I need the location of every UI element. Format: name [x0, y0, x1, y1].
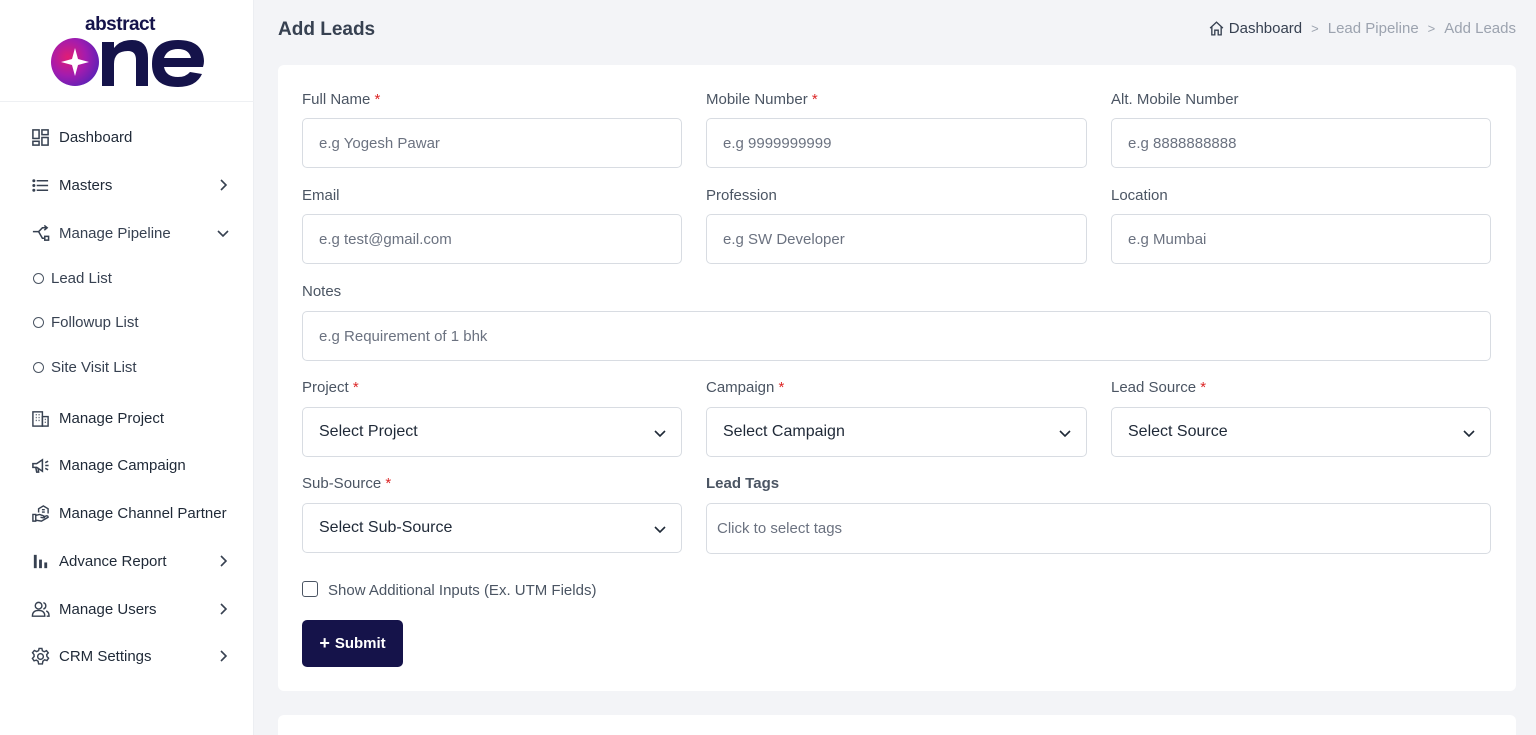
sidebar-subitem-followup-list[interactable]: Followup List — [33, 312, 139, 332]
profession-label: Profession — [706, 187, 777, 204]
pipeline-icon — [30, 223, 50, 243]
breadcrumb-home-link[interactable]: Dashboard — [1208, 20, 1302, 37]
sidebar-item-manage-campaign[interactable]: Manage Campaign — [30, 453, 230, 477]
project-select-value: Select Project — [319, 423, 418, 440]
circle-icon — [33, 316, 44, 328]
sidebar-item-label: Manage Channel Partner — [59, 504, 227, 522]
chevron-down-icon — [1463, 430, 1475, 438]
chevron-down-icon — [654, 430, 666, 438]
notes-label: Notes — [302, 283, 342, 300]
location-label: Location — [1111, 187, 1168, 204]
sub-source-label: Sub-Source * — [302, 475, 392, 492]
sidebar-item-label: Advance Report — [59, 552, 167, 570]
users-icon — [30, 599, 50, 619]
submit-label: Submit — [334, 635, 386, 652]
sidebar-item-label: Manage Campaign — [59, 456, 186, 474]
sidebar-item-label: CRM Settings — [59, 647, 152, 665]
chevron-right-icon — [220, 179, 228, 191]
page-title: Add Leads — [278, 19, 376, 40]
lead-source-select-value: Select Source — [1128, 423, 1228, 440]
app-logo[interactable]: abstract — [50, 12, 206, 88]
sidebar-subitem-site-visit-list[interactable]: Site Visit List — [33, 357, 137, 377]
chevron-down-icon — [217, 230, 229, 238]
sidebar-item-label: Manage Users — [59, 600, 157, 618]
sidebar-subitem-label: Followup List — [51, 313, 139, 331]
sidebar-item-manage-users[interactable]: Manage Users — [30, 597, 230, 621]
chevron-right-icon — [220, 603, 228, 615]
breadcrumb-lead-pipeline[interactable]: Lead Pipeline — [1328, 20, 1419, 37]
sidebar-subitem-label: Lead List — [51, 269, 112, 287]
sidebar-item-dashboard[interactable]: Dashboard — [30, 125, 230, 149]
full-name-input[interactable] — [302, 118, 682, 168]
gear-icon — [30, 646, 50, 666]
mobile-number-label: Mobile Number * — [706, 91, 818, 108]
lead-tags-placeholder: Click to select tags — [717, 520, 843, 537]
campaign-label: Campaign * — [706, 379, 785, 396]
chevron-down-icon — [1059, 430, 1071, 438]
sidebar-item-masters[interactable]: Masters — [30, 173, 230, 197]
plus-icon: + — [319, 633, 330, 653]
home-icon — [1209, 21, 1224, 36]
sub-source-select-value: Select Sub-Source — [319, 519, 453, 536]
profession-input[interactable] — [706, 214, 1087, 264]
project-label: Project * — [302, 379, 359, 396]
sub-source-select[interactable]: Select Sub-Source — [302, 503, 682, 553]
secondary-card — [278, 715, 1516, 735]
sidebar-divider — [0, 101, 254, 102]
sidebar-item-manage-pipeline[interactable]: Manage Pipeline — [30, 221, 230, 245]
alt-mobile-number-input[interactable] — [1111, 118, 1491, 168]
sidebar-item-label: Dashboard — [59, 128, 133, 146]
additional-inputs-checkbox[interactable] — [302, 580, 318, 597]
sidebar-item-advance-report[interactable]: Advance Report — [30, 549, 230, 573]
breadcrumb-add-leads: Add Leads — [1444, 20, 1516, 37]
breadcrumb-dashboard: Dashboard — [1228, 20, 1303, 37]
alt-mobile-number-label: Alt. Mobile Number — [1111, 91, 1239, 108]
list-icon — [30, 175, 50, 195]
full-name-label: Full Name * — [302, 91, 381, 108]
sidebar-item-crm-settings[interactable]: CRM Settings — [30, 644, 230, 668]
campaign-select-value: Select Campaign — [723, 423, 845, 440]
mobile-number-input[interactable] — [706, 118, 1087, 168]
sidebar-subitem-label: Site Visit List — [51, 358, 137, 376]
sidebar-item-manage-project[interactable]: Manage Project — [30, 406, 230, 430]
circle-icon — [33, 361, 44, 373]
lead-tags-select[interactable]: Click to select tags — [706, 503, 1491, 554]
building-icon — [30, 408, 50, 428]
lead-source-label: Lead Source * — [1111, 379, 1207, 396]
chevron-right-icon — [220, 650, 228, 662]
campaign-select[interactable]: Select Campaign — [706, 407, 1087, 457]
location-input[interactable] — [1111, 214, 1491, 264]
logo-wordmark-top: abstract — [85, 14, 156, 35]
lead-tags-label: Lead Tags — [706, 475, 780, 492]
email-label: Email — [302, 187, 340, 204]
notes-input[interactable] — [302, 311, 1491, 361]
email-input[interactable] — [302, 214, 682, 264]
megaphone-icon — [30, 455, 50, 475]
breadcrumb-separator: > — [1427, 21, 1436, 36]
sidebar-item-manage-channel-partner[interactable]: Manage Channel Partner — [30, 501, 230, 525]
breadcrumb-separator: > — [1311, 21, 1319, 36]
chevron-right-icon — [220, 555, 228, 567]
project-select[interactable]: Select Project — [302, 407, 682, 457]
circle-icon — [33, 272, 44, 284]
lead-source-select[interactable]: Select Source — [1111, 407, 1491, 457]
sidebar-item-label: Manage Pipeline — [59, 224, 171, 242]
chevron-down-icon — [654, 526, 666, 534]
sidebar-subitem-lead-list[interactable]: Lead List — [33, 268, 112, 288]
breadcrumb: Dashboard > Lead Pipeline > Add Leads — [1208, 20, 1516, 37]
submit-button[interactable]: + Submit — [302, 620, 403, 667]
sidebar: abstract Dashboard Masters Manage Pipeli… — [0, 0, 254, 735]
handshake-icon — [30, 503, 50, 523]
additional-inputs-label: Show Additional Inputs (Ex. UTM Fields) — [328, 582, 597, 599]
sidebar-item-label: Masters — [59, 176, 113, 194]
bar-chart-icon — [30, 551, 50, 571]
dashboard-icon — [30, 127, 50, 147]
sidebar-item-label: Manage Project — [59, 409, 165, 427]
additional-inputs-toggle[interactable]: Show Additional Inputs (Ex. UTM Fields) — [302, 580, 597, 599]
